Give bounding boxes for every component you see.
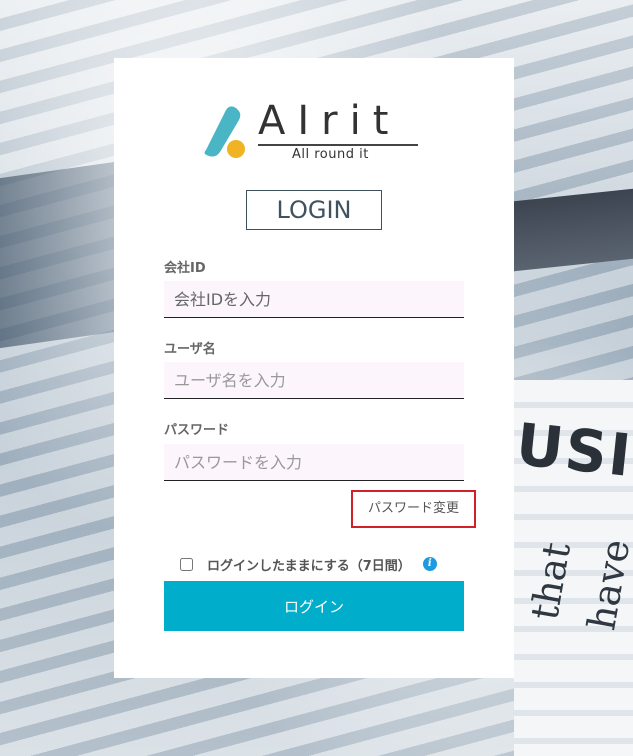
company-id-label: 会社ID — [164, 261, 206, 276]
remember-me-row: ログインしたままにする（7日間） i — [180, 555, 437, 574]
login-button[interactable]: ログイン — [164, 581, 464, 631]
remember-me-label: ログインしたままにする（7日間） — [207, 558, 411, 574]
logo-divider — [258, 144, 418, 146]
background-decoration-left — [0, 161, 115, 349]
login-panel: AIrit All round it LOGIN 会社ID ユーザ名 パスワード… — [114, 58, 514, 678]
company-id-input[interactable] — [164, 281, 464, 318]
logo: AIrit All round it — [192, 100, 422, 162]
background-decoration-right-top — [514, 188, 633, 272]
logo-mark-icon — [204, 106, 245, 158]
info-icon[interactable]: i — [422, 557, 437, 571]
logo-wordmark: AIrit — [258, 98, 401, 144]
username-input[interactable] — [164, 362, 464, 399]
password-label: パスワード — [164, 423, 230, 438]
remember-me-checkbox[interactable] — [180, 557, 193, 571]
password-input[interactable] — [164, 444, 464, 481]
password-change-link[interactable]: パスワード変更 — [351, 490, 476, 528]
background-script-text: that have — [522, 535, 633, 634]
page-title: LOGIN — [246, 190, 382, 230]
username-label: ユーザ名 — [164, 342, 216, 357]
logo-tagline: All round it — [292, 147, 369, 162]
